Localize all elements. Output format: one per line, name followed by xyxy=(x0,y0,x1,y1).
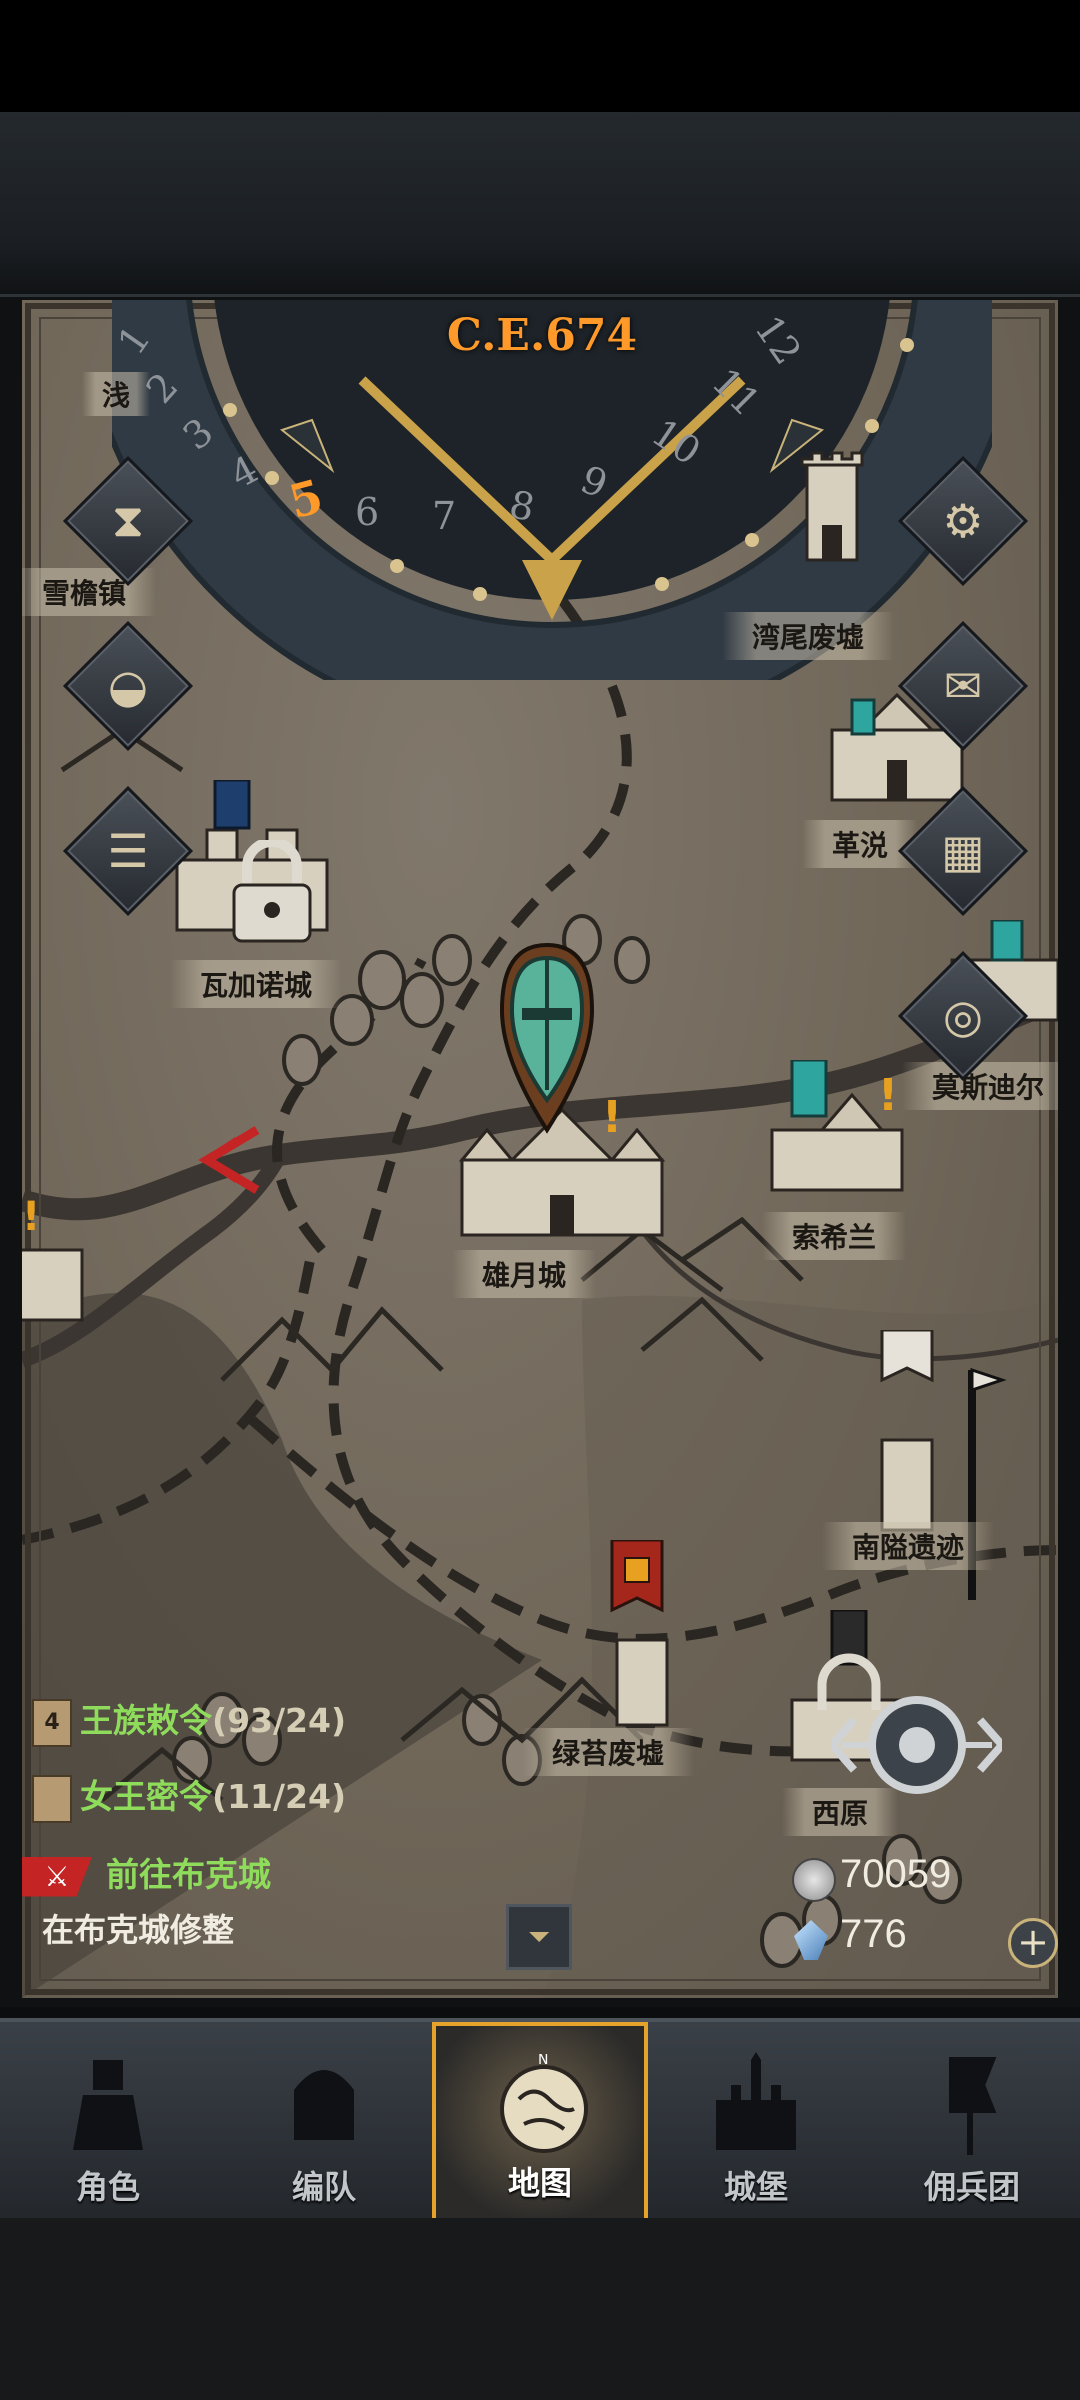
town-label-mosidi[interactable]: 莫斯迪尔 xyxy=(902,1062,1058,1110)
town-label-nanai[interactable]: 南隘遗迹 xyxy=(822,1522,995,1570)
map-globe-icon: N xyxy=(500,2054,588,2153)
helmet-icon xyxy=(294,2070,354,2140)
svg-text:!: ! xyxy=(602,1100,622,1143)
tab-map[interactable]: N 地图 xyxy=(432,2022,648,2222)
world-map[interactable]: C.E.674 1 2 3 4 5 6 7 8 9 10 11 12 浅 湾尾废… xyxy=(22,300,1058,1998)
quest-count: (11/24) xyxy=(212,1777,347,1816)
town-label-gejue[interactable]: 革涚 xyxy=(802,820,919,868)
quest-name: 女王密令 xyxy=(80,1777,212,1816)
scroll-icon: ☰ xyxy=(107,824,149,878)
quest-count: (93/24) xyxy=(212,1701,347,1740)
quest-name: 王族敕令 xyxy=(80,1701,212,1740)
town-label-wanwei[interactable]: 湾尾废墟 xyxy=(722,612,895,660)
month-6[interactable]: 6 xyxy=(355,490,379,534)
tab-formation[interactable]: 编队 xyxy=(216,2022,432,2222)
crossed-swords-icon: ⚔ xyxy=(22,1856,92,1897)
hourglass-icon: ⧗ xyxy=(111,493,145,547)
march-status: 在布克城修整 xyxy=(42,1911,235,1949)
castle-icon xyxy=(716,2052,796,2150)
town-label-wajianuo[interactable]: 瓦加诺城 xyxy=(170,960,343,1008)
tower-icon[interactable] xyxy=(782,445,882,565)
castle-icon-suoxilan[interactable]: ! xyxy=(762,1060,922,1200)
town-label-suoxilan[interactable]: 索希兰 xyxy=(762,1212,907,1260)
tower-icon-lvtai[interactable] xyxy=(597,1540,687,1730)
quest-scroll-icon xyxy=(32,1774,72,1823)
bottom-nav: 角色 编队 N 地图 城堡 佣兵团 xyxy=(0,2018,1080,2222)
coin-icon: ◎ xyxy=(942,989,984,1043)
silver-coin-icon xyxy=(792,1858,836,1902)
recenter-control[interactable] xyxy=(832,1680,1002,1810)
quest-scroll-icon: 4 xyxy=(32,1698,72,1747)
castle-icon-partial-left[interactable]: ! xyxy=(22,1190,92,1330)
bag-icon: ◒ xyxy=(107,659,149,713)
bottom-area xyxy=(0,2218,1080,2400)
add-currency-button[interactable]: + xyxy=(1008,1918,1058,1968)
mail-icon: ✉ xyxy=(943,659,983,713)
collapse-button[interactable]: ⏷ xyxy=(506,1904,572,1970)
era-label: C.E.674 xyxy=(446,310,638,361)
svg-text:!: ! xyxy=(878,1070,898,1121)
svg-text:N: N xyxy=(538,2054,548,2068)
town-label-lvtai[interactable]: 绿苔废墟 xyxy=(522,1728,695,1776)
player-marker-icon[interactable] xyxy=(492,940,602,1140)
mercenary-banner-icon xyxy=(949,2057,997,2155)
tab-mercenary[interactable]: 佣兵团 xyxy=(864,2022,1080,2222)
march-destination[interactable]: ⚔ 前往布克城 xyxy=(22,1848,271,1897)
svg-text:!: ! xyxy=(22,1194,40,1240)
town-label-xiongyue[interactable]: 雄月城 xyxy=(452,1250,597,1298)
silver-amount: 70059 xyxy=(840,1852,952,1896)
quest-royal-decree[interactable]: 4 王族敕令(93/24) xyxy=(32,1694,346,1747)
grid-icon: ▦ xyxy=(941,824,985,878)
quest-queen-order[interactable]: 女王密令(11/24) xyxy=(32,1770,346,1823)
back-arrow-icon[interactable] xyxy=(187,1120,267,1200)
status-bar xyxy=(0,0,1080,112)
tab-character[interactable]: 角色 xyxy=(0,2022,216,2222)
gear-icon: ⚙ xyxy=(942,494,984,548)
month-7[interactable]: 7 xyxy=(432,494,456,538)
lock-icon xyxy=(232,840,312,943)
chevron-down-icon: ⏷ xyxy=(527,1920,551,1953)
header-panel xyxy=(0,112,1080,297)
knight-icon xyxy=(73,2060,143,2150)
town-label-partial[interactable]: 浅 xyxy=(82,372,151,416)
crystal-amount: 776 xyxy=(840,1912,907,1956)
tab-castle[interactable]: 城堡 xyxy=(648,2022,864,2222)
